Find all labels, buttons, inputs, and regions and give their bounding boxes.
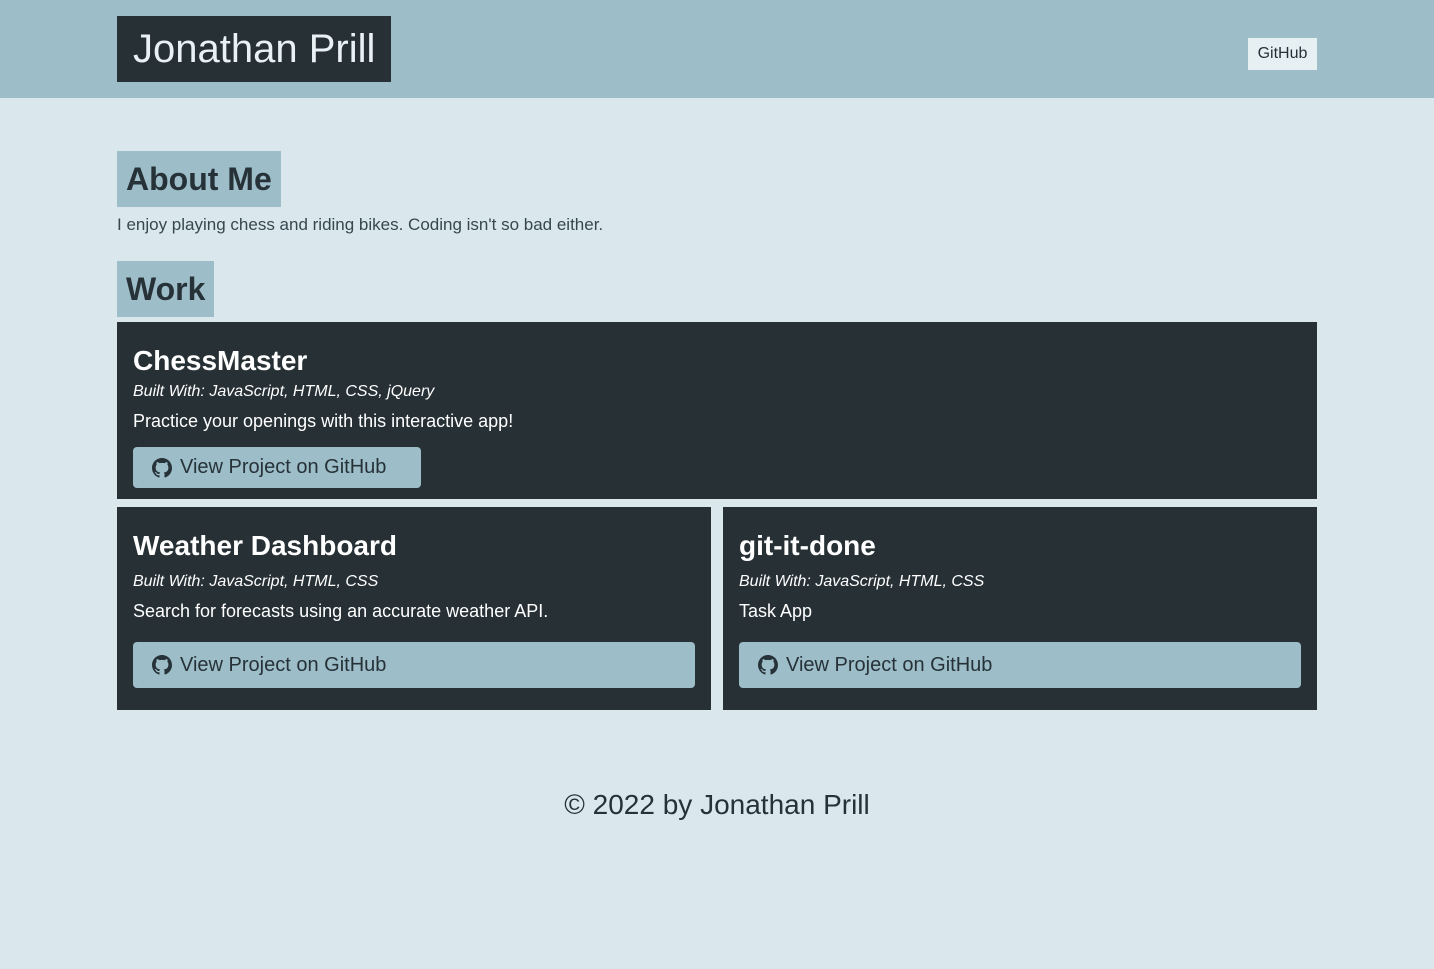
view-project-button[interactable]: View Project on GitHub [133, 642, 695, 688]
github-icon [152, 457, 172, 478]
view-project-label: View Project on GitHub [180, 653, 387, 676]
project-built-with: Built With: JavaScript, HTML, CSS [133, 573, 379, 590]
project-built-with: Built With: JavaScript, HTML, CSS [739, 573, 985, 590]
project-title: git-it-done [739, 530, 876, 561]
project-card-weather-dashboard: Weather Dashboard Built With: JavaScript… [117, 507, 711, 710]
project-description: Search for forecasts using an accurate w… [133, 601, 549, 621]
project-card-chessmaster: ChessMaster Built With: JavaScript, HTML… [117, 322, 1317, 499]
about-heading: About Me [117, 151, 281, 207]
project-built-with: Built With: JavaScript, HTML, CSS, jQuer… [133, 383, 435, 400]
view-project-label: View Project on GitHub [180, 456, 387, 478]
github-icon [152, 655, 172, 675]
project-description: Practice your openings with this interac… [133, 411, 514, 431]
about-text: I enjoy playing chess and riding bikes. … [117, 215, 604, 234]
work-heading: Work [117, 261, 215, 317]
view-project-label: View Project on GitHub [786, 653, 993, 676]
project-title: Weather Dashboard [133, 530, 397, 561]
site-header: Jonathan Prill GitHub [0, 0, 1434, 98]
project-card-git-it-done: git-it-done Built With: JavaScript, HTML… [723, 507, 1317, 710]
project-title: ChessMaster [133, 345, 308, 376]
view-project-button[interactable]: View Project on GitHub [133, 447, 421, 488]
view-project-button[interactable]: View Project on GitHub [739, 642, 1301, 688]
nav-github-link[interactable]: GitHub [1248, 38, 1317, 70]
github-icon [758, 655, 778, 675]
project-description: Task App [739, 601, 813, 621]
site-footer: © 2022 by Jonathan Prill [564, 789, 870, 820]
site-brand[interactable]: Jonathan Prill [117, 16, 392, 82]
